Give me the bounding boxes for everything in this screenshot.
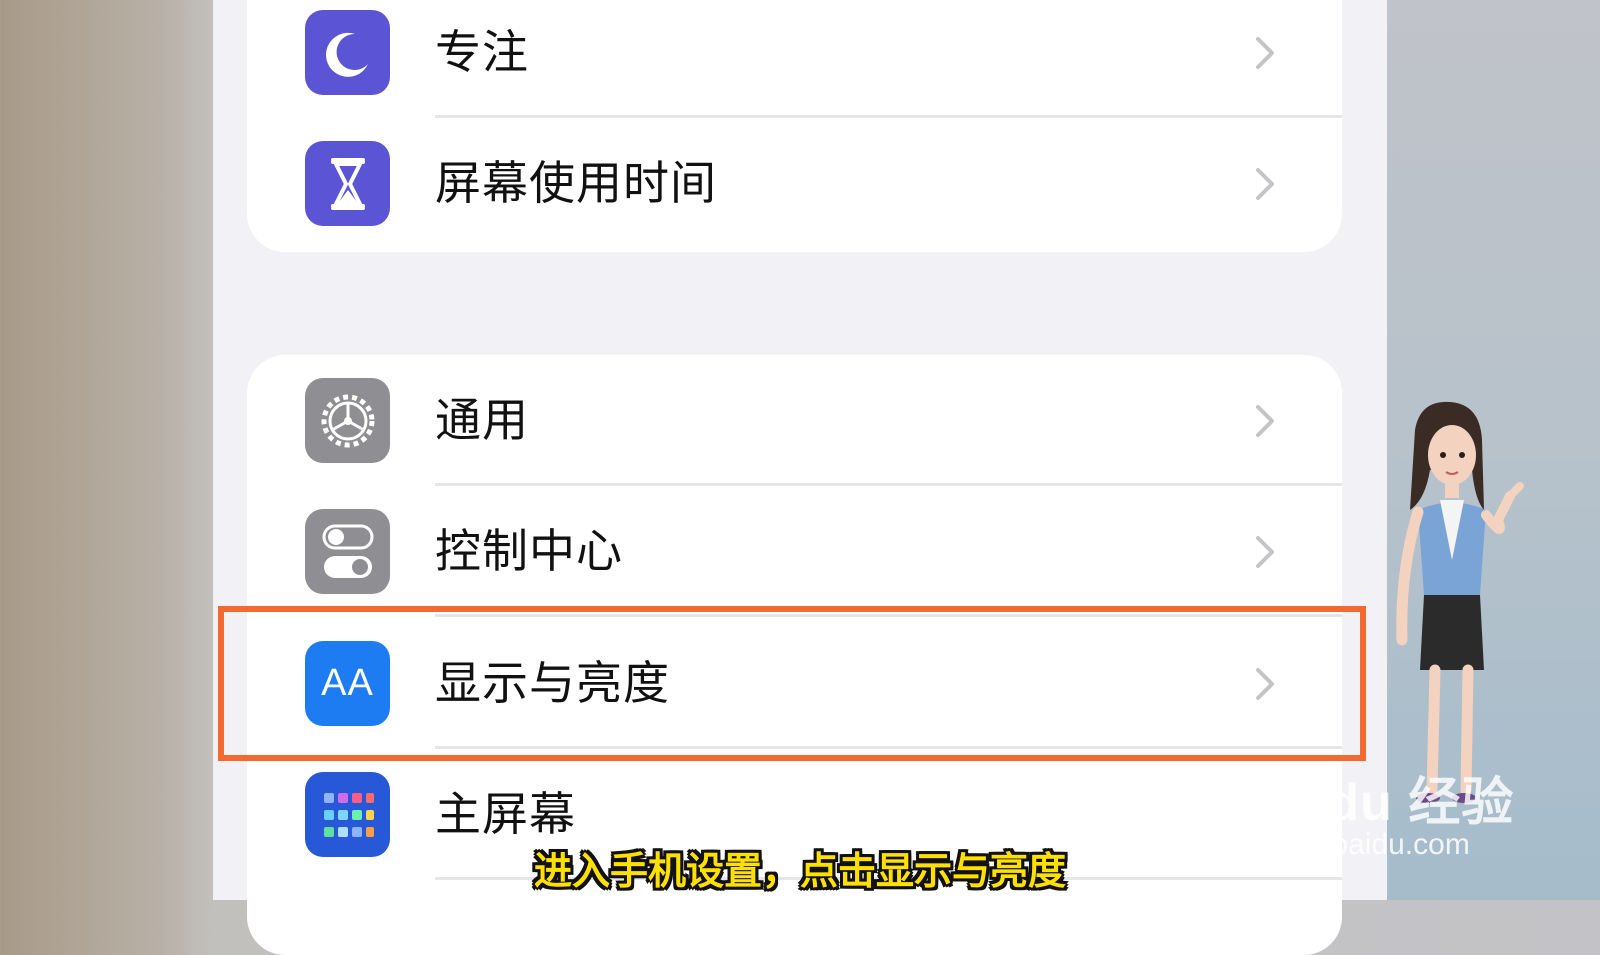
presenter-avatar: [1396, 401, 1524, 803]
settings-row-general[interactable]: 通用: [247, 355, 1342, 486]
settings-row-screen-time[interactable]: 屏幕使用时间: [247, 118, 1342, 249]
hourglass-icon: [305, 141, 390, 226]
video-subtitle: 进入手机设置，点击显示与亮度: [533, 849, 1066, 893]
baidu-jingyan-watermark: Bai du 经验: [1228, 774, 1515, 832]
moon-icon: [305, 10, 390, 95]
settings-row-control-center[interactable]: 控制中心: [247, 486, 1342, 617]
toggles-icon: [305, 509, 390, 594]
settings-row-label: 屏幕使用时间: [435, 156, 717, 210]
highlight-box: [218, 606, 1366, 761]
chevron-right-icon: [1256, 405, 1274, 437]
chevron-right-icon: [1256, 536, 1274, 568]
settings-row-label: 通用: [435, 393, 529, 447]
gear-icon: [305, 378, 390, 463]
chevron-right-icon: [1256, 168, 1274, 200]
settings-row-focus[interactable]: 专注: [247, 0, 1342, 118]
settings-row-label: 专注: [435, 25, 529, 79]
settings-row-label: 控制中心: [435, 524, 623, 578]
chevron-right-icon: [1256, 37, 1274, 69]
